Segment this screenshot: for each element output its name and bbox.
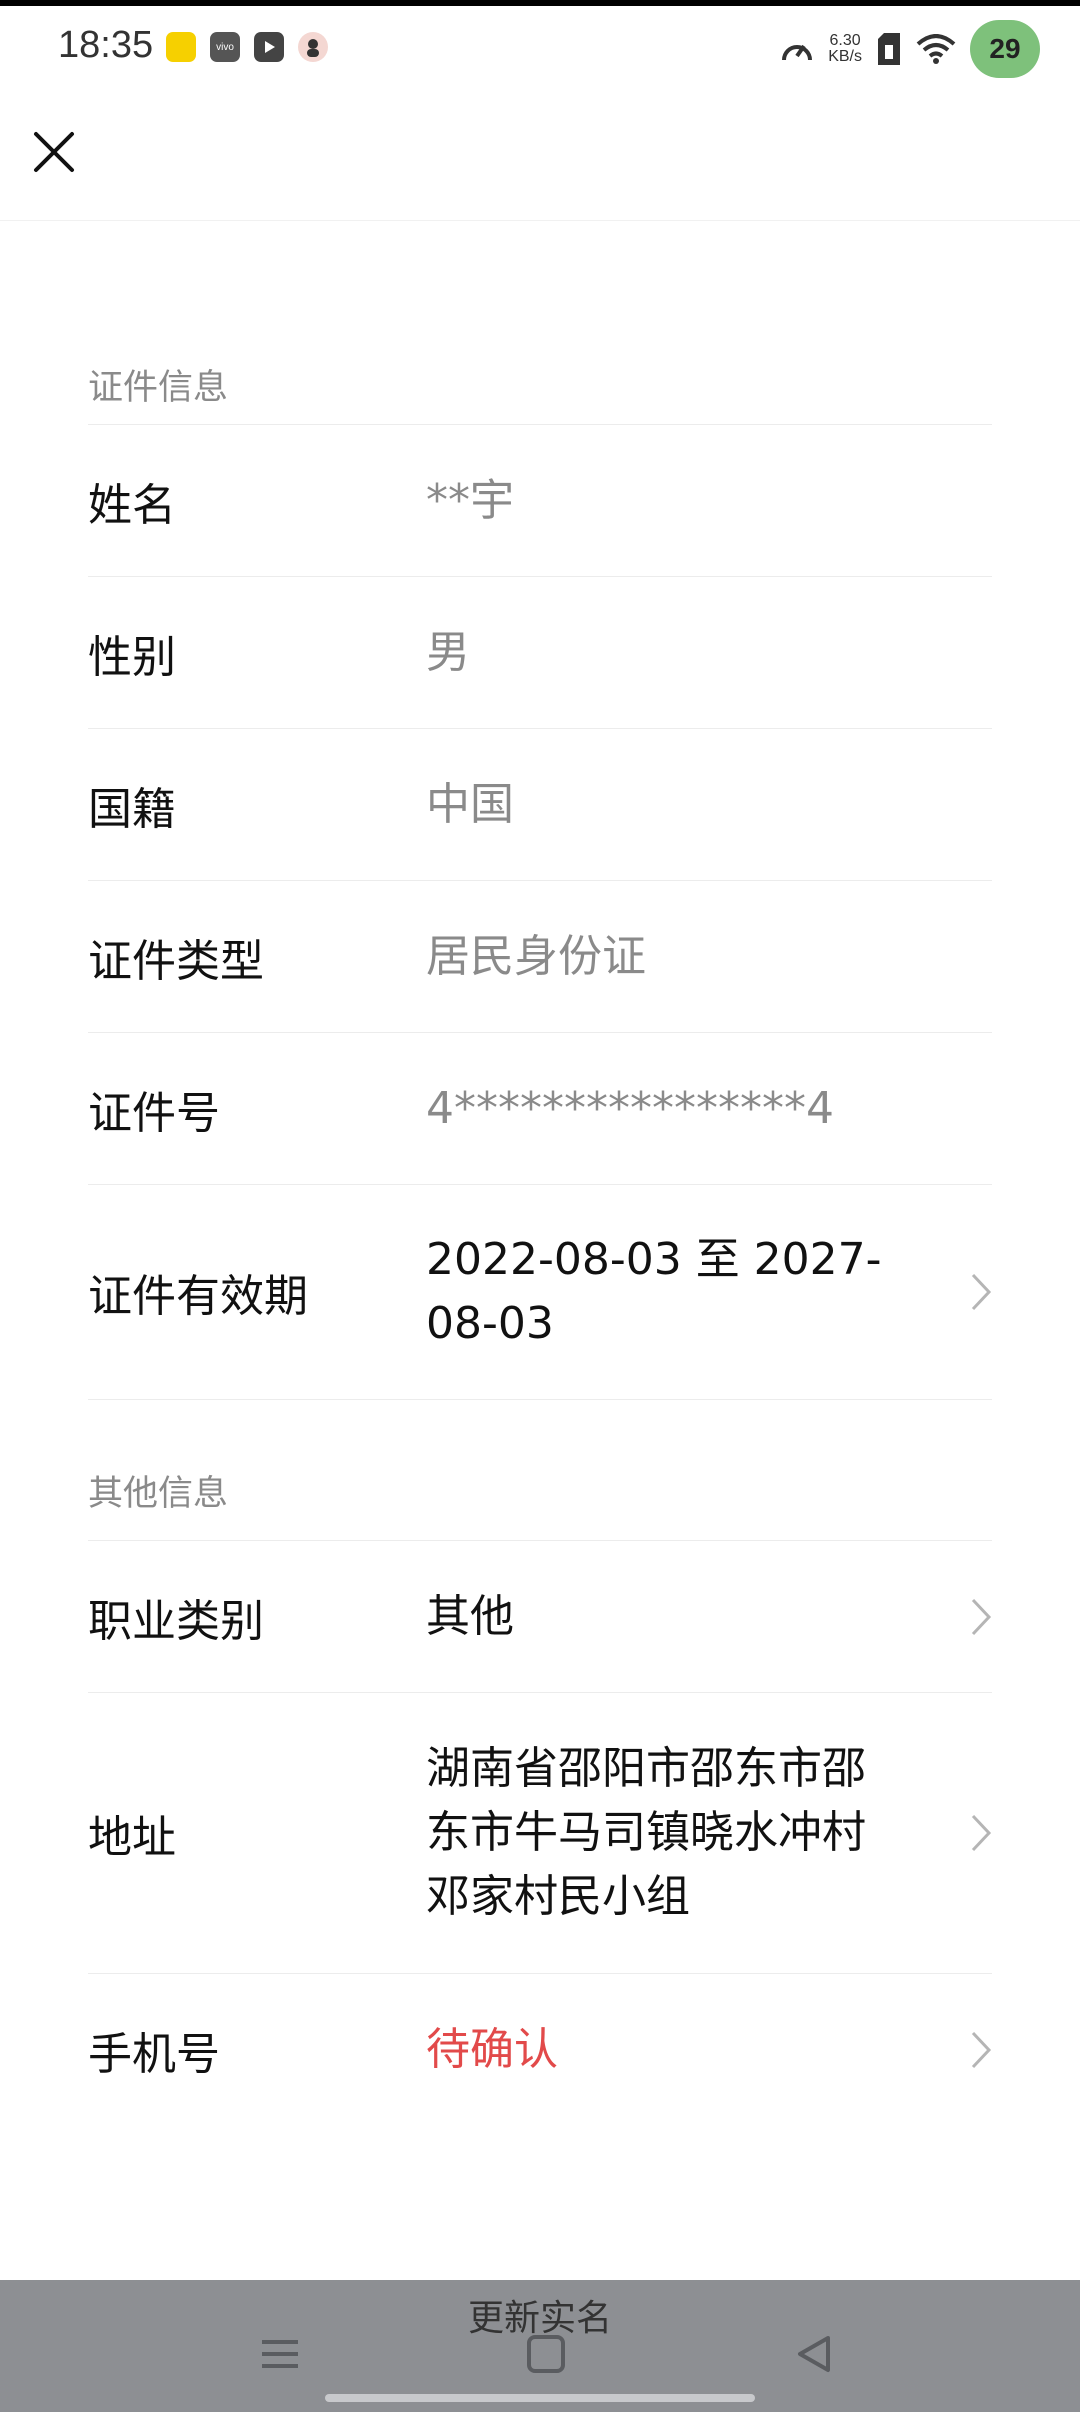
row-label-id-number: 证件号 — [88, 1087, 220, 1139]
row-value-phone: 待确认 — [426, 2023, 558, 2075]
net-speed-unit: KB/s — [828, 48, 862, 65]
row-value-name: **宇 — [426, 474, 514, 526]
row-label-id-validity: 证件有效期 — [88, 1271, 308, 1322]
home-indicator[interactable] — [325, 2394, 755, 2402]
row-name: 姓名 **宇 — [88, 424, 992, 576]
vivo-label: vivo — [216, 41, 234, 53]
status-app-icons: vivo — [166, 32, 328, 62]
menu-icon[interactable] — [250, 2324, 310, 2384]
status-bar: 18:35 vivo 6.30 KB/s 29 — [0, 0, 1080, 96]
home-icon[interactable] — [516, 2324, 576, 2384]
speed-gauge-icon — [782, 44, 813, 61]
chevron-right-icon — [971, 1273, 992, 1311]
chevron-right-icon — [971, 1598, 992, 1635]
battery-indicator: 29 — [970, 20, 1040, 78]
row-nationality: 国籍 中国 — [88, 728, 992, 880]
nav-bar — [0, 96, 1080, 221]
row-label-id-type: 证件类型 — [88, 935, 264, 987]
status-bar-top-edge — [0, 0, 1080, 6]
row-value-gender: 男 — [426, 626, 470, 678]
chevron-right-icon — [971, 1814, 992, 1852]
row-label-name: 姓名 — [88, 479, 176, 531]
section-title-other-info: 其他信息 — [88, 1474, 229, 1514]
row-value-occupation: 其他 — [426, 1590, 514, 1642]
status-time: 18:35 — [58, 24, 154, 66]
row-id-type: 证件类型 居民身份证 — [88, 880, 992, 1032]
video-play-icon — [254, 32, 284, 62]
vivo-icon: vivo — [210, 32, 240, 62]
row-label-occupation: 职业类别 — [88, 1595, 264, 1647]
status-right-icons: 6.30 KB/s 29 — [780, 20, 1040, 78]
row-occupation[interactable]: 职业类别 其他 — [88, 1540, 992, 1692]
section-title-id-info: 证件信息 — [88, 368, 229, 408]
row-value-nationality: 中国 — [426, 778, 514, 830]
net-speed: 6.30 KB/s — [828, 33, 862, 65]
row-address[interactable]: 地址 湖南省邵阳市邵东市邵东市牛马司镇晓水冲村邓家村民小组 — [88, 1692, 992, 1973]
identity-info-content: 证件信息 姓名 **宇 性别 男 国籍 中国 证件类型 居民身份证 证件号 4*… — [88, 220, 992, 2125]
row-label-phone: 手机号 — [88, 2028, 220, 2080]
row-label-address: 地址 — [88, 1812, 176, 1863]
row-label-nationality: 国籍 — [88, 783, 176, 835]
row-value-address: 湖南省邵阳市邵东市邵东市牛马司镇晓水冲村邓家村民小组 — [426, 1743, 866, 1922]
sim-signal-icon — [878, 33, 900, 65]
wifi-icon — [916, 34, 956, 64]
row-gender: 性别 男 — [88, 576, 992, 728]
row-value-id-number: 4****************4 — [426, 1082, 834, 1134]
close-icon[interactable] — [28, 126, 80, 178]
chevron-right-icon — [971, 2031, 992, 2068]
content-top-spacer — [88, 220, 992, 344]
row-id-number: 证件号 4****************4 — [88, 1032, 992, 1184]
row-phone[interactable]: 手机号 待确认 — [88, 1973, 992, 2125]
back-icon[interactable] — [784, 2324, 844, 2384]
row-value-id-type: 居民身份证 — [426, 930, 646, 982]
row-label-gender: 性别 — [88, 631, 176, 683]
net-speed-value: 6.30 — [829, 32, 861, 49]
avatar-icon — [298, 32, 328, 62]
row-id-validity[interactable]: 证件有效期 2022-08-03 至 2027-08-03 — [88, 1184, 992, 1400]
app-icon-yellow — [166, 32, 196, 62]
row-value-id-validity: 2022-08-03 至 2027-08-03 — [426, 1234, 882, 1349]
